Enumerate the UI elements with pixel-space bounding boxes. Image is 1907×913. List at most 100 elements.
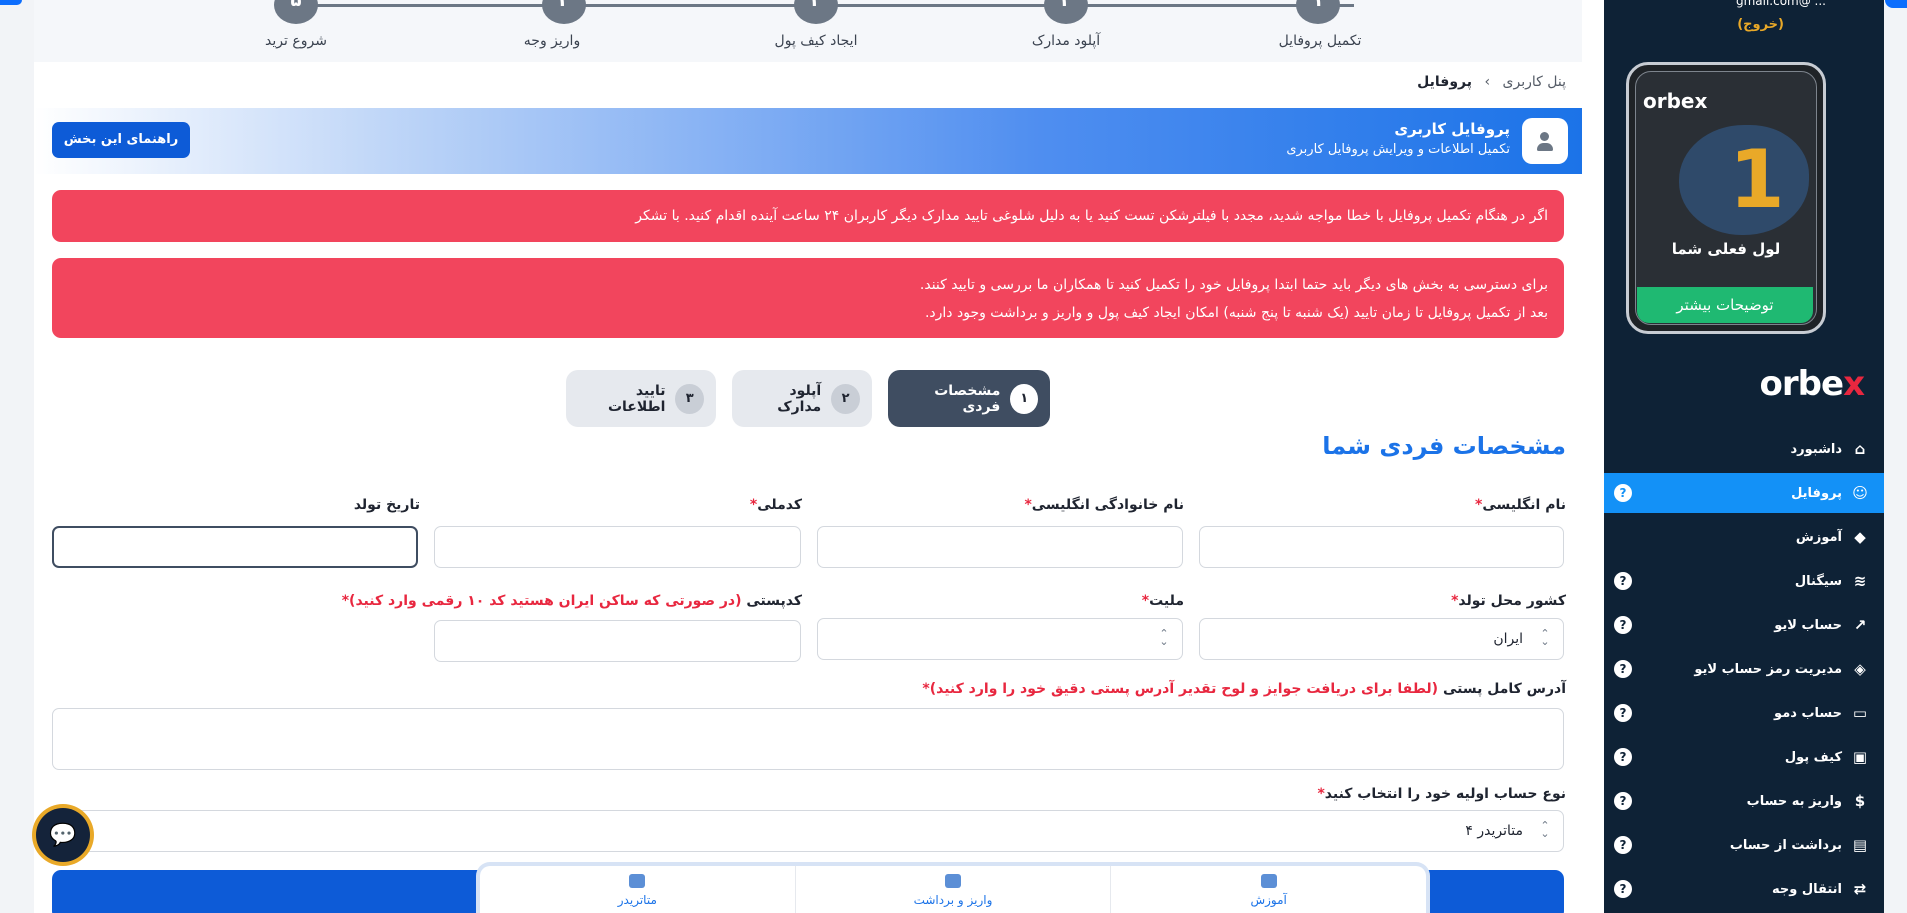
page-title: پروفایل کاربری [1394, 120, 1510, 138]
demo-chart-icon: ▭ [1852, 704, 1868, 722]
live-chart-icon: ↗ [1853, 616, 1867, 634]
alert-line-1: برای دسترسی به بخش های دیگر باید حتما اب… [919, 277, 1548, 293]
help-icon[interactable]: ? [1614, 484, 1632, 502]
user-email: ... @gmail.com [1735, 0, 1826, 8]
national-code-label: کدملی* [749, 497, 802, 513]
sidebar-item-demo-account[interactable]: ▭ حساب دمو ? [1604, 693, 1884, 733]
chat-support-button[interactable]: 💬 [32, 804, 94, 866]
birth-date-input[interactable] [52, 526, 418, 568]
address-label: آدرس کامل پستی (لطفا برای دریافت جوایز و… [922, 681, 1566, 697]
section-title: مشخصات فردی شما [1322, 432, 1566, 460]
main-content: ۱ ۲ ۳ ۴ ۵ تکمیل پروفایل آپلود مدارک ایجا… [34, 0, 1582, 913]
top-right-accent [1885, 0, 1907, 8]
sidebar-item-deposit[interactable]: $ واریز به حساب ? [1604, 781, 1884, 821]
step-4-node: ۴ [542, 0, 586, 24]
sidebar-item-live-password[interactable]: ◈ مدیریت رمز حساب لایو ? [1604, 649, 1884, 689]
bottom-nav-education[interactable]: آموزش [1110, 866, 1426, 913]
breadcrumb-root[interactable]: پنل کاربری [1503, 74, 1566, 90]
account-type-select[interactable]: ⌃ ⌄ متاتریدر ۴ [52, 810, 1564, 852]
breadcrumb-current: پروفایل [1417, 74, 1473, 90]
last-name-input[interactable] [817, 526, 1183, 568]
step-4-label: واریز وجه [523, 33, 581, 49]
select-chevron-icon: ⌃ ⌄ [1540, 819, 1550, 840]
more-info-button[interactable]: توضیحات بیشتر [1637, 287, 1813, 323]
step-1-node: ۱ [1296, 0, 1340, 24]
current-level-label: لول فعلی شما [1671, 240, 1781, 258]
tab-number: ۱ [1010, 383, 1038, 414]
card-brand-logo: orbex [1643, 89, 1708, 113]
transfer-icon: ⇄ [1853, 880, 1867, 898]
graduation-cap-icon: ◆ [1854, 528, 1866, 546]
select-chevron-icon: ⌃ ⌄ [1540, 627, 1550, 648]
alert-line-2: بعد از تکمیل پروفایل تا زمان تایید (یک ش… [924, 305, 1548, 321]
tab-label: تایید اطلاعات [607, 382, 666, 415]
sidebar-item-wallet[interactable]: ▣ کیف پول ? [1604, 737, 1884, 777]
tab-label: آپلود مدارک [777, 382, 822, 415]
address-textarea[interactable] [52, 708, 1564, 770]
wallet-icon [945, 874, 961, 888]
wifi-icon: ≋ [1853, 572, 1867, 590]
first-name-label: نام انگلیسی* [1474, 497, 1566, 513]
select-chevron-icon: ⌃ ⌄ [1159, 627, 1169, 648]
sidebar-item-transfer[interactable]: ⇄ انتقال وجه ? [1604, 869, 1884, 909]
top-left-accent [0, 0, 22, 5]
breadcrumb-separator-icon: › [1484, 74, 1491, 90]
user-gear-icon: ☺ [1852, 484, 1868, 502]
sidebar-item-education[interactable]: ◆ آموزش [1604, 517, 1884, 557]
bottom-nav-metatrader[interactable]: متاتریدر [480, 866, 795, 913]
birth-date-label: تاریخ تولد [353, 497, 420, 513]
sidebar-item-profile[interactable]: ☺ پروفایل ? [1604, 473, 1884, 513]
breadcrumb: پنل کاربری › پروفایل [1417, 74, 1566, 90]
help-icon[interactable]: ? [1614, 836, 1632, 854]
help-icon[interactable]: ? [1614, 748, 1632, 766]
dollar-icon: $ [1854, 792, 1866, 810]
birth-country-label: کشور محل تولد* [1451, 593, 1566, 609]
scroll-gutter [1582, 0, 1604, 913]
tab-number: ۳ [675, 383, 704, 414]
help-icon[interactable]: ? [1614, 572, 1632, 590]
chart-icon [629, 874, 646, 888]
help-icon[interactable]: ? [1614, 704, 1632, 722]
sidebar-item-withdraw[interactable]: ▤ برداشت از حساب ? [1604, 825, 1884, 865]
profile-required-alert: برای دسترسی به بخش های دیگر باید حتما اب… [52, 258, 1564, 338]
tab-label: مشخصات فردی [934, 382, 1001, 415]
wallet-icon: ▣ [1852, 748, 1868, 766]
chat-bubble-icon: 💬 [36, 808, 90, 862]
shield-icon: ◈ [1854, 660, 1866, 678]
postal-code-label: کدپستی (در صورتی که ساکن ایران هستید کد … [341, 593, 802, 609]
help-icon[interactable]: ? [1614, 616, 1632, 634]
vpn-warning-alert: اگر در هنگام تکمیل پروفایل با خطا مواجه … [52, 190, 1564, 242]
logout-link[interactable]: (خروج) [1737, 17, 1784, 32]
sidebar: ... @gmail.com (خروج) orbex 1 لول فعلی ش… [1604, 0, 1884, 913]
presentation-icon [1260, 874, 1277, 888]
page-subtitle: تکمیل اطلاعات و ویرایش پروفایل کاربری [1286, 142, 1510, 157]
bottom-nav-deposit-withdraw[interactable]: واریز و برداشت [794, 866, 1111, 913]
sidebar-item-signal[interactable]: ≋ سیگنال ? [1604, 561, 1884, 601]
level-number: 1 [1729, 133, 1785, 226]
bottom-nav: آموزش واریز و برداشت متاتریدر [476, 862, 1430, 913]
user-icon [1522, 118, 1568, 164]
tab-confirm-info[interactable]: ۳ تایید اطلاعات [566, 370, 716, 427]
birth-country-select[interactable]: ⌃ ⌄ ایران [1199, 618, 1564, 660]
sidebar-item-dashboard[interactable]: ⌂ داشبورد [1604, 429, 1884, 469]
tab-personal-info[interactable]: ۱ مشخصات فردی [888, 370, 1050, 427]
nationality-select[interactable]: ⌃ ⌄ [817, 618, 1183, 660]
help-icon[interactable]: ? [1614, 660, 1632, 678]
onboarding-stepper: ۱ ۲ ۳ ۴ ۵ تکمیل پروفایل آپلود مدارک ایجا… [34, 0, 1582, 62]
postal-code-input[interactable] [434, 620, 801, 662]
help-icon[interactable]: ? [1614, 880, 1632, 898]
step-5-node: ۵ [274, 0, 318, 24]
tab-upload-documents[interactable]: ۲ آپلود مدارک [732, 370, 872, 427]
national-code-input[interactable] [434, 526, 801, 568]
step-1-label: تکمیل پروفایل [1278, 33, 1362, 49]
page-header-banner: پروفایل کاربری تکمیل اطلاعات و ویرایش پر… [34, 108, 1582, 174]
step-5-label: شروع ترید [265, 33, 327, 49]
nationality-label: ملیت* [1141, 593, 1184, 609]
help-icon[interactable]: ? [1614, 792, 1632, 810]
step-2-node: ۲ [1044, 0, 1088, 24]
section-guide-button[interactable]: راهنمای این بخش [52, 122, 190, 158]
last-name-label: نام خانوادگی انگلیسی* [1024, 497, 1184, 513]
first-name-input[interactable] [1199, 526, 1564, 568]
sidebar-item-live-account[interactable]: ↗ حساب لایو ? [1604, 605, 1884, 645]
tab-number: ۲ [831, 383, 860, 414]
